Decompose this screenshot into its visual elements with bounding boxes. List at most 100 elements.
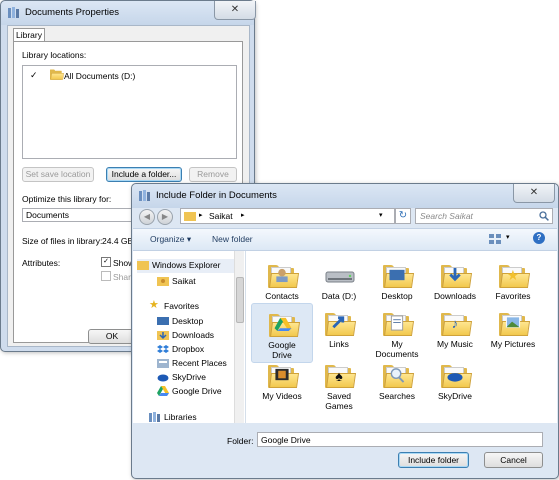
include-folder-button[interactable]: Include a folder... xyxy=(106,167,182,182)
gdrive-overlay-icon xyxy=(274,317,292,332)
favorites-overlay-icon: ★ xyxy=(507,267,520,283)
folder-icon xyxy=(50,69,64,80)
breadcrumb-saikat[interactable]: Saikat xyxy=(209,211,233,221)
desktop-overlay-icon xyxy=(389,269,405,281)
attributes-label: Attributes: xyxy=(22,258,61,268)
library-icon xyxy=(8,7,19,18)
shown-checkbox[interactable]: ✓ xyxy=(101,257,111,267)
help-button[interactable]: ? xyxy=(533,232,545,244)
back-arrow-icon: ◀ xyxy=(143,212,151,221)
search-input[interactable]: Search Saikat xyxy=(415,208,553,224)
view-icon xyxy=(489,234,501,244)
favorites-folder-icon: ★ xyxy=(498,261,531,291)
dropdown-arrow-icon[interactable]: ▾ xyxy=(379,211,383,219)
forward-button[interactable]: ▶ xyxy=(157,209,173,225)
skydrive-overlay-icon xyxy=(447,373,463,382)
shared-checkbox[interactable] xyxy=(101,271,111,281)
folder-item-label: Desktop xyxy=(381,291,413,301)
folder-item-label: Data (D:) xyxy=(321,291,357,301)
breadcrumb-separator: ▸ xyxy=(199,212,203,219)
ok-button[interactable]: OK xyxy=(88,329,136,344)
title-bar: Documents Properties ✕ xyxy=(1,1,256,25)
library-icon xyxy=(139,190,150,201)
links-folder-icon xyxy=(324,309,357,339)
search-icon xyxy=(539,211,549,221)
folder-icon xyxy=(137,261,149,270)
include-folder-confirm-button[interactable]: Include folder xyxy=(398,452,469,468)
view-options-button[interactable]: ▾ xyxy=(489,233,513,245)
folder-item[interactable]: SkyDrive xyxy=(424,355,486,415)
dialog-close-button[interactable]: ✕ xyxy=(513,184,555,203)
refresh-button[interactable]: ↻ xyxy=(395,208,411,224)
folder-item-label: Contacts xyxy=(265,291,299,301)
scroll-thumb[interactable] xyxy=(236,277,244,323)
size-value: 24.4 GB xyxy=(102,236,134,246)
folder-name-input[interactable]: Google Drive xyxy=(257,432,543,447)
folder-item[interactable]: ♠ Saved Games xyxy=(308,355,370,415)
refresh-icon: ↻ xyxy=(398,210,408,221)
user-folder-icon xyxy=(157,277,169,286)
folder-item-label: Saved Games xyxy=(325,391,353,411)
folder-item[interactable]: Searches xyxy=(366,355,428,415)
folder-item[interactable]: My Documents xyxy=(366,303,428,363)
chevron-down-icon: ▾ xyxy=(506,234,510,241)
documents-overlay-icon xyxy=(390,315,404,331)
nav-scrollbar[interactable] xyxy=(234,251,244,423)
cancel-button[interactable]: Cancel xyxy=(484,452,543,468)
remove-button[interactable]: Remove xyxy=(189,167,237,182)
help-icon: ? xyxy=(536,233,542,242)
folder-item-label: Favorites xyxy=(495,291,531,301)
folder-label: Folder: xyxy=(227,436,254,446)
cloud-icon xyxy=(157,374,169,382)
folder-item-label: My Pictures xyxy=(490,339,536,349)
drive-folder-icon xyxy=(324,261,356,291)
back-button[interactable]: ◀ xyxy=(139,209,155,225)
folder-item-label: SkyDrive xyxy=(437,391,472,401)
desktop-folder-icon xyxy=(382,261,415,291)
new-folder-button[interactable]: New folder xyxy=(212,234,253,244)
gdrive-folder-icon xyxy=(268,310,301,340)
desktop-icon xyxy=(157,317,169,325)
address-bar[interactable]: ▸ Saikat ▸ ▾ xyxy=(180,208,395,224)
dialog-title: Include Folder in Documents xyxy=(156,190,277,201)
folder-item[interactable]: ♪ My Music xyxy=(424,303,486,363)
tab-library[interactable]: Library xyxy=(13,28,45,42)
folder-item[interactable]: My Videos xyxy=(251,355,313,415)
documents-folder-icon xyxy=(382,309,415,339)
folder-item[interactable]: Links xyxy=(308,303,370,363)
games-folder-icon: ♠ xyxy=(324,361,357,391)
searches-folder-icon xyxy=(382,361,415,391)
folder-item[interactable]: Google Drive xyxy=(251,303,313,363)
pictures-folder-icon xyxy=(498,309,531,339)
music-folder-icon: ♪ xyxy=(440,309,473,339)
breadcrumb-separator: ▸ xyxy=(241,212,245,219)
close-icon: ✕ xyxy=(529,187,539,198)
command-bar: Organize ▾ New folder ▾ ? xyxy=(133,228,557,251)
set-save-location-button[interactable]: Set save location xyxy=(22,167,94,182)
downloads-icon xyxy=(157,331,169,340)
close-icon: ✕ xyxy=(230,4,240,15)
optimize-label: Optimize this library for: xyxy=(22,194,112,204)
organize-menu[interactable]: Organize ▾ xyxy=(150,234,191,245)
libraries-icon xyxy=(149,412,160,422)
downloads-folder-icon xyxy=(440,261,473,291)
google-drive-icon xyxy=(157,386,169,396)
contacts-overlay-icon xyxy=(276,268,288,283)
forward-arrow-icon: ▶ xyxy=(161,212,169,221)
downloads-overlay-icon xyxy=(449,267,461,282)
location-item[interactable]: All Documents (D:) xyxy=(64,71,135,81)
nav-windows-explorer[interactable]: Windows Explorer xyxy=(137,259,241,273)
folder-item-label: Downloads xyxy=(433,291,477,301)
folder-item-label: Searches xyxy=(379,391,415,401)
links-overlay-icon xyxy=(332,316,345,329)
games-overlay-icon: ♠ xyxy=(335,368,343,383)
music-overlay-icon: ♪ xyxy=(452,316,459,331)
navigation-pane: Windows Explorer Saikat ★ Favorites Desk… xyxy=(133,251,246,423)
svg-text:♠: ♠ xyxy=(335,368,343,383)
folder-item[interactable]: My Pictures xyxy=(482,303,544,363)
close-button[interactable]: ✕ xyxy=(214,1,256,20)
window-title: Documents Properties xyxy=(25,7,119,18)
library-locations-list[interactable]: ✓ All Documents (D:) xyxy=(22,65,237,159)
searches-overlay-icon xyxy=(390,368,405,383)
size-label: Size of files in library: xyxy=(22,236,103,246)
